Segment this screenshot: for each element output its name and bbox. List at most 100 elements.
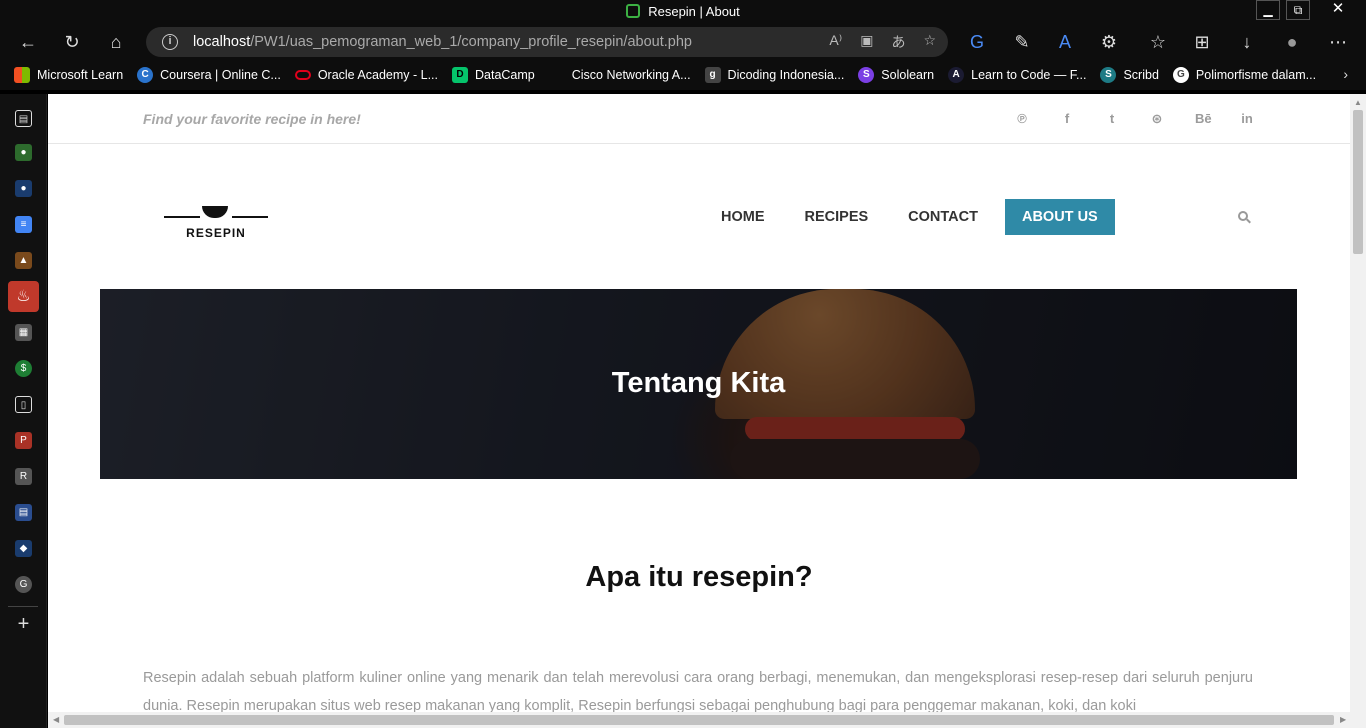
nav-contact[interactable]: CONTACT xyxy=(895,200,991,234)
nav-home[interactable]: HOME xyxy=(708,200,778,234)
logo-text: RESEPIN xyxy=(186,226,246,240)
logo-left-line xyxy=(164,216,200,218)
pdf-icon[interactable]: P xyxy=(15,432,32,449)
about-paragraph: Resepin adalah sebuah platform kuliner o… xyxy=(143,670,1253,712)
add-favorite-icon[interactable]: ☆ xyxy=(923,32,936,52)
back-arrow-icon[interactable]: ← xyxy=(16,30,40,54)
file-icon[interactable]: ▤ xyxy=(15,504,32,521)
window-title: Resepin | About xyxy=(648,4,740,19)
sololearn-logo-icon: S xyxy=(858,67,875,83)
logo-right-line xyxy=(232,216,268,218)
bookmark-polimorfisme[interactable]: G Polimorfisme dalam... xyxy=(1172,67,1317,83)
nav-about-us[interactable]: ABOUT US xyxy=(1004,199,1115,235)
resepin-favicon-icon xyxy=(626,4,641,18)
scroll-up-arrow-icon[interactable]: ▲ xyxy=(1354,98,1362,107)
downloads-icon[interactable]: ↓ xyxy=(1235,30,1259,54)
address-bar-actions: A⁾ ▣ あ ☆ xyxy=(829,32,936,52)
translate-icon[interactable]: あ xyxy=(891,32,905,52)
scribd-logo-icon: S xyxy=(1100,67,1117,83)
browser-sidebar: ▤ ● ● ≡ ▲ ♨ ▦ $ ▯ P R ▤ ◆ G + xyxy=(0,94,47,728)
scroll-left-arrow-icon[interactable]: ◀ xyxy=(53,715,59,724)
dicoding-logo-icon: g xyxy=(704,67,721,83)
home-icon[interactable]: ⌂ xyxy=(104,30,128,54)
bookmark-label: Dicoding Indonesia... xyxy=(727,68,845,82)
restore-button[interactable]: ⧉ xyxy=(1286,0,1310,20)
url-text[interactable]: localhost/PW1/uas_pemograman_web_1/compa… xyxy=(193,34,692,50)
vertical-scroll-thumb[interactable] xyxy=(1353,110,1363,254)
page-viewport: Find your favorite recipe in here! ℗ f t… xyxy=(48,94,1350,712)
extensions-icon[interactable]: ⚙ xyxy=(1097,30,1121,54)
horizontal-scrollbar[interactable]: ◀ ▶ xyxy=(48,712,1366,728)
facebook-icon[interactable]: f xyxy=(1060,111,1074,127)
freecodecamp-logo-icon: A xyxy=(948,67,965,83)
profile-avatar-icon[interactable]: ● xyxy=(1280,30,1304,54)
bookmarks-more-chevron-icon[interactable]: › xyxy=(1343,66,1348,82)
scroll-right-arrow-icon[interactable]: ▶ xyxy=(1340,715,1346,724)
bookmark-datacamp[interactable]: D DataCamp xyxy=(452,67,535,83)
bookmark-label: Microsoft Learn xyxy=(37,68,124,82)
bookmark-cisco-networking[interactable]: Cisco Networking A... xyxy=(549,67,691,83)
behance-icon[interactable]: Bē xyxy=(1195,111,1212,127)
vertical-scrollbar[interactable]: ▲ xyxy=(1350,94,1366,712)
bookmark-dicoding[interactable]: g Dicoding Indonesia... xyxy=(704,67,845,83)
social-links: ℗ f t ⊛ Bē in xyxy=(1015,111,1254,127)
datacamp-logo-icon: D xyxy=(452,67,468,83)
dribbble-icon[interactable]: ⊛ xyxy=(1150,111,1164,127)
site-info-icon[interactable]: i xyxy=(162,34,178,50)
app-mountain-icon[interactable]: ▲ xyxy=(15,252,32,269)
app-drop-icon[interactable]: ◆ xyxy=(15,540,32,557)
resepin-logo[interactable]: RESEPIN xyxy=(164,192,268,242)
twitter-icon[interactable]: t xyxy=(1105,111,1119,127)
text-extension-icon[interactable]: A xyxy=(1053,30,1077,54)
bookmark-scribd[interactable]: S Scribd xyxy=(1100,67,1159,83)
favorites-icon[interactable]: ☆ xyxy=(1146,30,1170,54)
nav-recipes[interactable]: RECIPES xyxy=(792,200,882,234)
app-money-icon[interactable]: $ xyxy=(15,360,32,377)
collections-icon[interactable]: ⊞ xyxy=(1190,30,1214,54)
bookmark-label: Coursera | Online C... xyxy=(160,68,281,82)
document-icon[interactable]: ▯ xyxy=(15,396,32,413)
bookmark-sololearn[interactable]: S Sololearn xyxy=(858,67,934,83)
read-aloud-icon[interactable]: A⁾ xyxy=(829,32,842,52)
sidebar-divider xyxy=(8,606,38,607)
browser-toolbar: ← ↻ ⌂ i localhost/PW1/uas_pemograman_web… xyxy=(0,24,1366,60)
pen-extension-icon[interactable]: ✎ xyxy=(1010,30,1034,54)
bookmark-label: Scribd xyxy=(1123,68,1159,82)
minimize-button[interactable]: ▁ xyxy=(1256,0,1280,20)
app-blue-icon[interactable]: ● xyxy=(15,180,32,197)
google-translate-extension-icon[interactable]: G xyxy=(965,30,989,54)
refresh-icon[interactable]: ↻ xyxy=(60,30,84,54)
researchgate-icon[interactable]: R xyxy=(15,468,32,485)
google-icon[interactable]: G xyxy=(15,576,32,593)
url-host: localhost xyxy=(193,34,251,50)
bookmark-label: Sololearn xyxy=(881,68,935,82)
window-title-area: Resepin | About xyxy=(0,4,1366,19)
app-green-icon[interactable]: ● xyxy=(15,144,32,161)
search-icon[interactable] xyxy=(1238,211,1252,225)
google-logo-icon: G xyxy=(1172,67,1189,83)
bookmark-label: Polimorfisme dalam... xyxy=(1195,68,1317,82)
immersive-reader-icon[interactable]: ▣ xyxy=(860,32,873,52)
horizontal-scroll-thumb[interactable] xyxy=(64,715,1334,725)
cisco-logo-icon xyxy=(549,67,565,83)
tab-actions-icon[interactable]: ▤ xyxy=(15,110,32,127)
hero-title: Tentang Kita xyxy=(611,367,786,399)
section-title: Apa itu resepin? xyxy=(585,561,813,593)
bookmark-coursera[interactable]: C Coursera | Online C... xyxy=(137,67,281,83)
bookmark-oracle-academy[interactable]: Oracle Academy - L... xyxy=(294,68,438,82)
close-button[interactable]: ✕ xyxy=(1316,0,1360,20)
bookmark-label: Learn to Code — F... xyxy=(971,68,1087,82)
pinterest-icon[interactable]: ℗ xyxy=(1015,111,1029,127)
search-icon-handle xyxy=(1246,218,1251,224)
resepin-app-icon[interactable]: ♨ xyxy=(8,281,39,312)
bookmark-freecodecamp[interactable]: A Learn to Code — F... xyxy=(948,67,1086,83)
add-app-icon[interactable]: + xyxy=(15,614,32,634)
address-bar[interactable]: i localhost/PW1/uas_pemograman_web_1/com… xyxy=(146,27,948,57)
linkedin-icon[interactable]: in xyxy=(1240,111,1254,127)
bookmark-microsoft-learn[interactable]: Microsoft Learn xyxy=(14,67,123,83)
app-gray-icon[interactable]: ▦ xyxy=(15,324,32,341)
coursera-logo-icon: C xyxy=(137,67,154,83)
window-titlebar: Resepin | About ▁ ⧉ ✕ xyxy=(0,0,1366,24)
google-docs-icon[interactable]: ≡ xyxy=(15,216,32,233)
settings-menu-icon[interactable]: ⋯ xyxy=(1326,30,1350,54)
